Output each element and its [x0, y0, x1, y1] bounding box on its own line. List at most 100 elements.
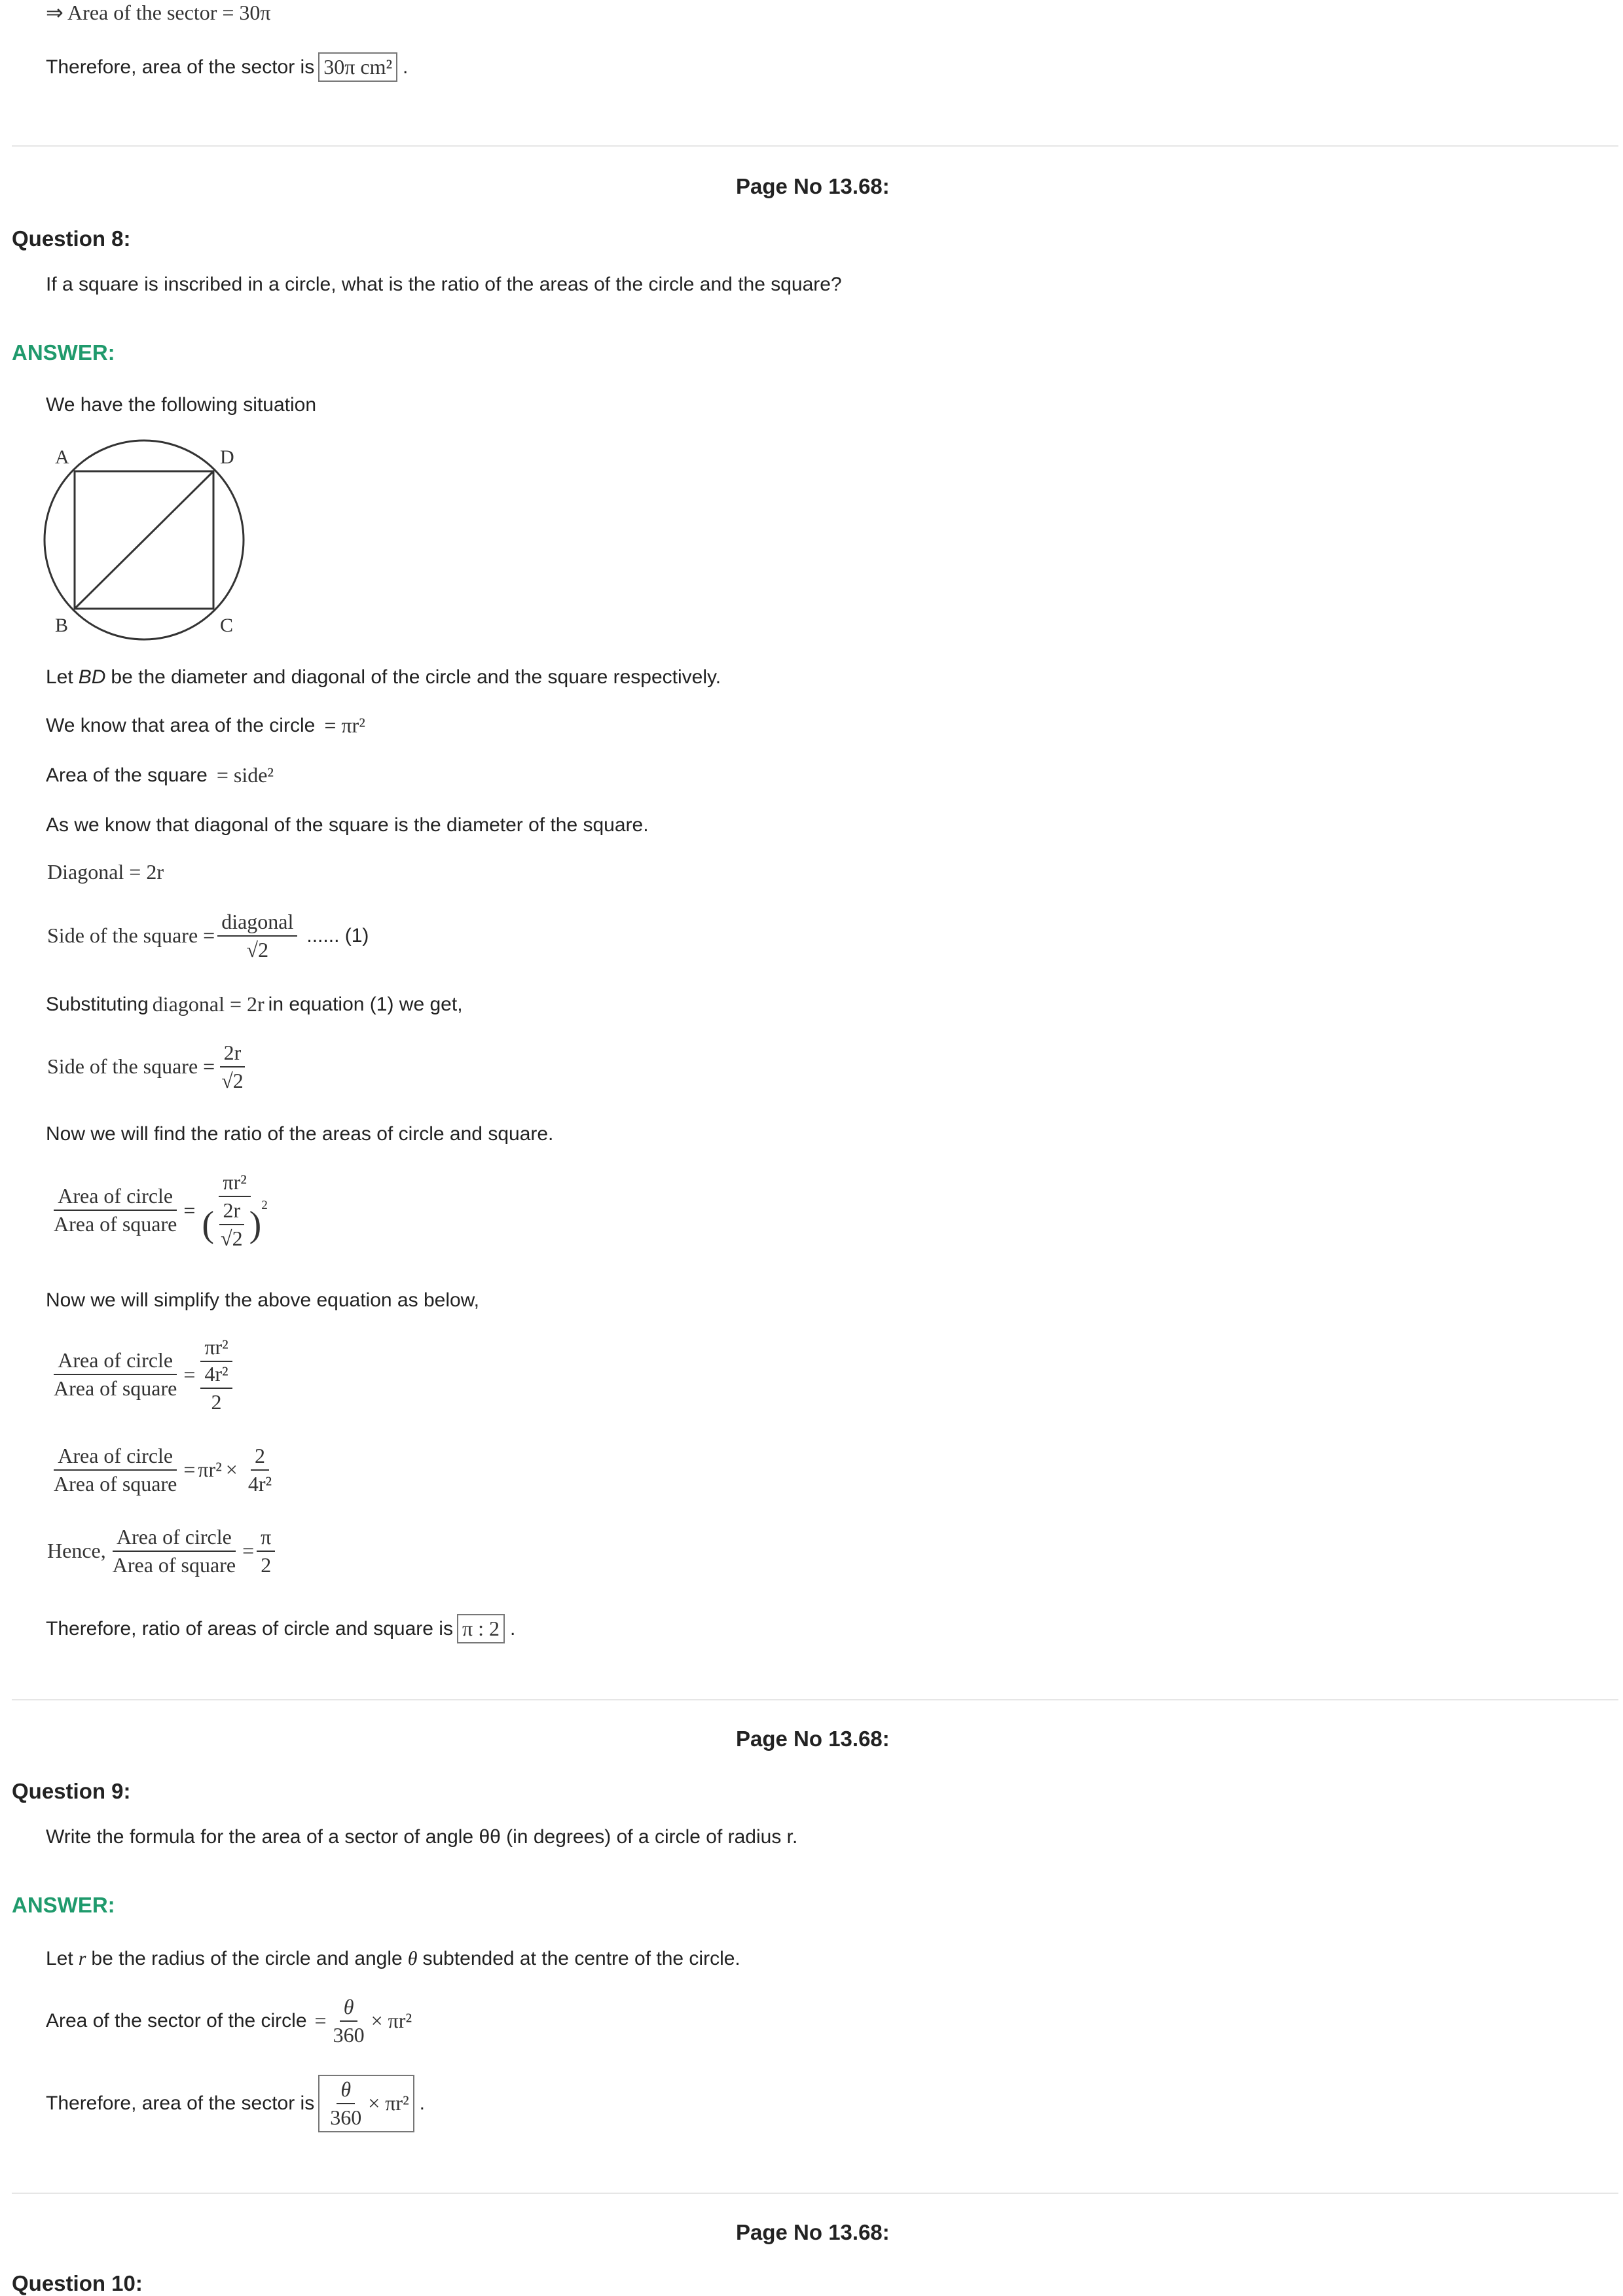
hence-rhs-num: π	[257, 1525, 276, 1552]
sector-answer-box: 30π cm²	[318, 52, 398, 82]
let-word: Let	[46, 666, 73, 688]
ratio-conclusion: Therefore, ratio of areas of circle and …	[46, 1614, 515, 1643]
simplify-text: Now we will simplify the above equation …	[46, 1289, 480, 1311]
ratio-equation-1: Area of circle Area of square = πr² ( 2r…	[47, 1170, 274, 1250]
side-lhs: Side of the square =	[47, 924, 215, 948]
side-fraction: diagonal √2	[217, 910, 298, 962]
diagonal-diameter-text: As we know that diagonal of the square i…	[46, 814, 649, 836]
ratio-answer-box: π : 2	[456, 1614, 505, 1643]
subst-text-1: Substituting	[46, 993, 149, 1015]
box-theta-num: θ	[337, 2077, 356, 2104]
page-number-label: Page No 13.68:	[736, 2220, 890, 2244]
label-d: D	[220, 446, 234, 468]
answer-label: ANSWER:	[12, 1893, 115, 1917]
inner-den: √2	[221, 1226, 243, 1250]
sector-formula-text: Area of the sector of the circle	[46, 2009, 307, 2032]
diagonal-equation: Diagonal = 2r	[47, 860, 164, 884]
side-fraction-num: diagonal	[217, 910, 298, 937]
period: .	[510, 1617, 516, 1640]
let-r-statement: Let r be the radius of the circle and an…	[46, 1948, 740, 1970]
pi-r2-term: πr²	[198, 1458, 222, 1482]
ratio1-lhs-num: Area of circle	[54, 1184, 177, 1211]
box-times-pi-r2: × πr²	[368, 2091, 409, 2115]
ratio-equation-3: Area of circle Area of square = πr² × 2 …	[47, 1444, 278, 1496]
equation-tag: ...... (1)	[306, 924, 369, 946]
box-theta-den: 360	[330, 2105, 362, 2129]
answer-label: ANSWER:	[12, 340, 115, 365]
ratio2-lhs-num: Area of circle	[54, 1348, 177, 1376]
divider	[12, 2193, 1618, 2194]
equals-sign: =	[242, 1539, 255, 1563]
hence-rhs: π 2	[257, 1525, 276, 1577]
bd-variable: BD	[78, 666, 106, 688]
sector-formula-line: Area of the sector of the circle = θ 360…	[46, 1995, 412, 2047]
divider	[12, 1699, 1618, 1700]
theta-variable: θ	[407, 1948, 418, 1969]
ratio2-lhs-den: Area of square	[54, 1376, 177, 1401]
sector-conclusion-2: Therefore, area of the sector is θ 360 ×…	[46, 2075, 425, 2132]
side2-lhs: Side of the square =	[47, 1054, 215, 1079]
hence-lhs: Area of circle Area of square	[109, 1525, 240, 1577]
find-ratio-text: Now we will find the ratio of the areas …	[46, 1123, 554, 1145]
label-a: A	[55, 446, 69, 468]
ratio3-lhs-den: Area of square	[54, 1471, 177, 1496]
period: .	[403, 56, 409, 78]
divider	[12, 145, 1618, 147]
question-9-heading: Question 9:	[12, 1779, 131, 1803]
substitution-statement: Substituting diagonal = 2r in equation (…	[46, 992, 463, 1016]
left-paren: (	[202, 1204, 215, 1245]
r-variable: r	[78, 1948, 86, 1969]
question-8-heading: Question 8:	[12, 226, 131, 251]
area-square-text: Area of the square	[46, 764, 208, 786]
ratio3-lhs-num: Area of circle	[54, 1444, 177, 1471]
label-b: B	[55, 615, 68, 636]
subst-expr: diagonal = 2r	[152, 992, 264, 1016]
area-circle-text: We know that area of the circle	[46, 714, 316, 736]
let-r-rest: subtended at the centre of the circle.	[422, 1948, 740, 1969]
side2-fraction-num: 2r	[219, 1041, 246, 1067]
side2-fraction: 2r √2	[217, 1041, 247, 1093]
area-circle-formula: = πr²	[324, 713, 365, 737]
ratio2-rhs-num: πr²	[200, 1335, 232, 1362]
ratio2-rhs-den: 4r² 2	[200, 1362, 232, 1414]
equals-sign: =	[183, 1362, 196, 1386]
ratio1-rhs: πr² ( 2r √2 ) 2	[198, 1170, 271, 1250]
hence-equation: Hence, Area of circle Area of square = π…	[47, 1525, 278, 1577]
side-equation-2: Side of the square = 2r √2	[47, 1041, 250, 1093]
ratio1-rhs-num: πr²	[219, 1170, 251, 1197]
let-bd-rest: be the diameter and diagonal of the circ…	[111, 666, 721, 688]
right-paren: )	[249, 1204, 262, 1245]
inner-num: 2r	[219, 1198, 245, 1225]
ratio2-inner-den: 2	[211, 1390, 222, 1414]
sector-conclusion: Therefore, area of the sector is 30π cm²…	[46, 52, 408, 82]
question-8-text: If a square is inscribed in a circle, wh…	[46, 274, 842, 295]
ratio-conclusion-text: Therefore, ratio of areas of circle and …	[46, 1617, 453, 1640]
ratio1-lhs: Area of circle Area of square	[50, 1184, 181, 1236]
let-r-middle: be the radius of the circle and angle	[91, 1948, 403, 1969]
equals-sign: =	[183, 1458, 196, 1482]
situation-text: We have the following situation	[46, 394, 317, 416]
inscribed-square-figure: A D B C	[43, 439, 245, 641]
theta-den: 360	[333, 2022, 365, 2047]
box-theta-fraction: θ 360	[326, 2077, 365, 2130]
area-square-formula: = side²	[216, 763, 274, 787]
side-fraction-den: √2	[246, 937, 269, 961]
question-9-text: Write the formula for the area of a sect…	[46, 1826, 798, 1848]
page-number-label: Page No 13.68:	[736, 1727, 890, 1751]
ratio3-rhs-den: 4r²	[247, 1471, 272, 1496]
ratio-equation-2: Area of circle Area of square = πr² 4r² …	[47, 1335, 238, 1414]
equals-sign: =	[314, 2009, 327, 2033]
ratio2-inner-num: 4r²	[200, 1362, 232, 1389]
page-number-label: Page No 13.68:	[736, 174, 890, 198]
sector-conclusion-2-text: Therefore, area of the sector is	[46, 2092, 315, 2114]
ratio3-rhs: 2 4r²	[244, 1444, 276, 1496]
hence-word: Hence,	[47, 1539, 106, 1563]
let-word: Let	[46, 1948, 73, 1969]
diagonal-bd	[73, 470, 215, 610]
side-equation-1: Side of the square = diagonal √2 ...... …	[47, 910, 369, 962]
inner-fraction: 2r √2	[217, 1198, 247, 1251]
sector-area-line: ⇒ Area of the sector = 30π	[46, 1, 271, 24]
ratio3-rhs-num: 2	[250, 1444, 269, 1471]
theta-num: θ	[339, 1995, 358, 2022]
equals-sign: =	[183, 1198, 196, 1222]
